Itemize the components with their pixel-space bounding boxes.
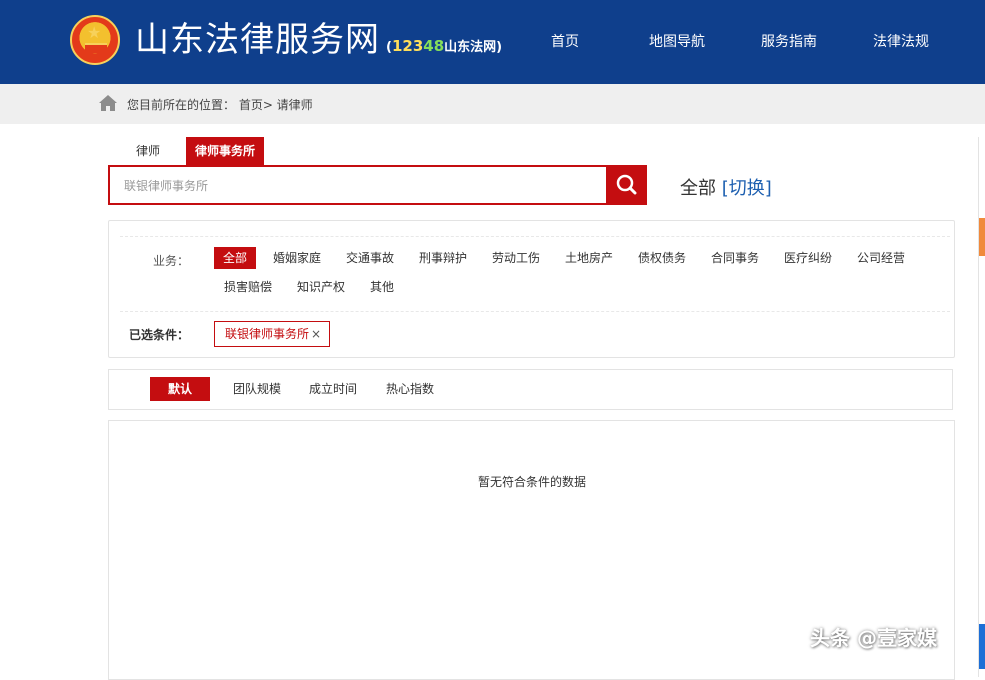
empty-results-message: 暂无符合条件的数据: [478, 475, 587, 489]
nav-laws[interactable]: 法律法规: [873, 31, 929, 51]
selected-tag-label: 联银律师事务所: [225, 327, 310, 341]
site-title[interactable]: 山东法律服务网: [135, 18, 380, 62]
filter-damages[interactable]: 损害赔偿: [224, 276, 272, 298]
business-label: 业务：: [153, 254, 190, 268]
region-label: 全部: [680, 178, 716, 199]
filter-labor-injury[interactable]: 劳动工伤: [492, 247, 540, 269]
search-button[interactable]: [606, 165, 647, 205]
side-rail-tab[interactable]: [979, 218, 985, 256]
nav-home[interactable]: 首页: [551, 31, 579, 51]
nav-guide[interactable]: 服务指南: [761, 31, 817, 51]
region-switch-link[interactable]: [切换]: [722, 178, 772, 199]
filter-marriage-family[interactable]: 婚姻家庭: [273, 247, 321, 269]
filter-traffic-accident[interactable]: 交通事故: [346, 247, 394, 269]
watermark: 头条 @壹家媒: [810, 626, 937, 650]
tab-lawyer[interactable]: 律师: [125, 137, 171, 165]
filter-land-property[interactable]: 土地房产: [565, 247, 613, 269]
search-box: [108, 165, 606, 205]
filter-other[interactable]: 其他: [370, 276, 394, 298]
sort-default[interactable]: 默认: [150, 377, 210, 401]
filter-debt[interactable]: 债权债务: [638, 247, 686, 269]
site-subtitle: (12348山东法网): [386, 37, 503, 55]
sort-team-size[interactable]: 团队规模: [233, 380, 281, 397]
selected-conditions-label: 已选条件：: [129, 328, 190, 342]
filter-ip[interactable]: 知识产权: [297, 276, 345, 298]
tab-law-firm[interactable]: 律师事务所: [186, 137, 264, 165]
filter-all[interactable]: 全部: [214, 247, 257, 269]
sort-enthusiasm[interactable]: 热心指数: [386, 380, 434, 397]
filter-medical-dispute[interactable]: 医疗纠纷: [784, 247, 832, 269]
filter-company[interactable]: 公司经营: [857, 247, 905, 269]
search-input[interactable]: [110, 167, 606, 203]
selected-condition-tag[interactable]: 联银律师事务所 ×: [214, 321, 330, 347]
nav-map[interactable]: 地图导航: [649, 31, 705, 51]
national-emblem-icon: ★: [70, 15, 120, 65]
region-selector: 全部 [切换]: [680, 174, 772, 200]
home-icon: [99, 95, 117, 111]
filter-criminal-defense[interactable]: 刑事辩护: [419, 247, 467, 269]
breadcrumb: 您目前所在的位置： 首页> 请律师: [127, 98, 313, 112]
filter-contract[interactable]: 合同事务: [711, 247, 759, 269]
divider: [120, 236, 950, 237]
sort-founded[interactable]: 成立时间: [309, 380, 357, 397]
divider: [120, 311, 950, 312]
close-icon[interactable]: ×: [311, 322, 321, 346]
side-rail-tab[interactable]: [979, 624, 985, 669]
search-icon: [616, 174, 637, 195]
